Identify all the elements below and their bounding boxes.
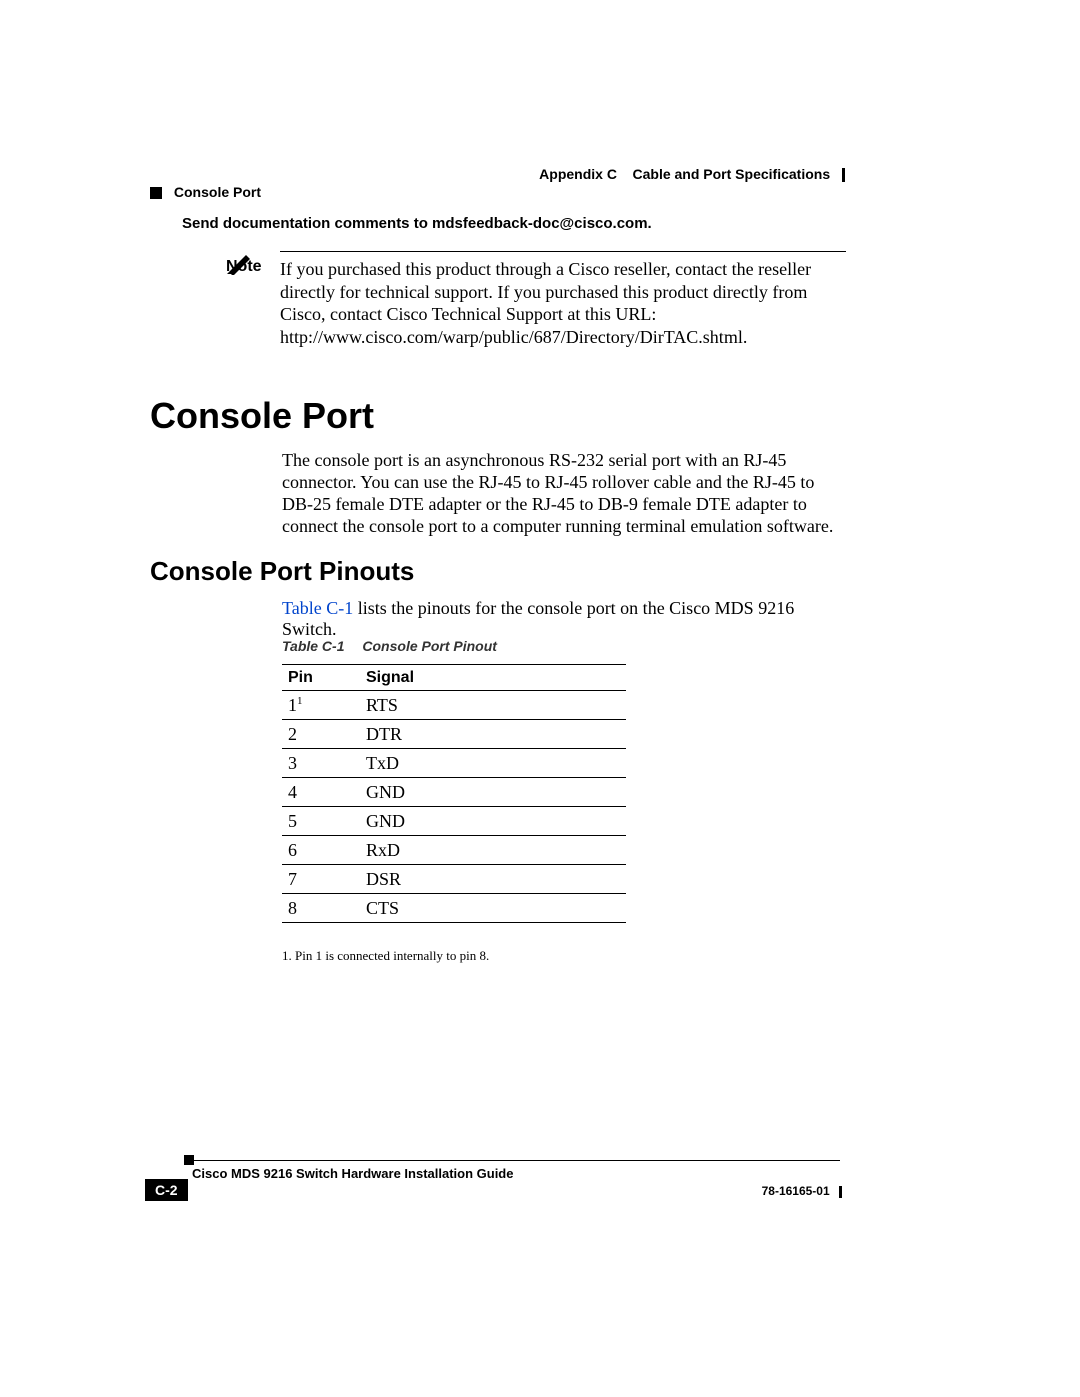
note-rule-top bbox=[280, 251, 846, 252]
footer-doc-number: 78-16165-01 bbox=[762, 1184, 842, 1198]
cell-pin: 3 bbox=[282, 749, 360, 778]
cell-signal: GND bbox=[360, 778, 626, 807]
table-title: Console Port Pinout bbox=[362, 638, 497, 654]
appendix-label: Appendix C bbox=[539, 166, 617, 182]
table-row: 5GND bbox=[282, 807, 626, 836]
table-row: 8CTS bbox=[282, 894, 626, 923]
heading-console-port-pinouts: Console Port Pinouts bbox=[150, 556, 414, 587]
cell-pin: 8 bbox=[282, 894, 360, 923]
table-row: 6RxD bbox=[282, 836, 626, 865]
footer-square-icon bbox=[184, 1155, 194, 1165]
table-row: 2DTR bbox=[282, 720, 626, 749]
note-block: Note If you purchased this product throu… bbox=[226, 251, 846, 348]
square-bullet-icon bbox=[150, 187, 162, 199]
th-pin: Pin bbox=[282, 665, 360, 691]
cell-pin: 2 bbox=[282, 720, 360, 749]
cell-signal: TxD bbox=[360, 749, 626, 778]
cell-pin: 11 bbox=[282, 691, 360, 720]
th-signal: Signal bbox=[360, 665, 626, 691]
paragraph-pinouts-intro: Table C-1 lists the pinouts for the cons… bbox=[282, 598, 842, 640]
cell-signal: RxD bbox=[360, 836, 626, 865]
note-text: If you purchased this product through a … bbox=[280, 258, 846, 348]
chapter-title: Cable and Port Specifications bbox=[633, 166, 831, 182]
cell-signal: DTR bbox=[360, 720, 626, 749]
table-header-row: Pin Signal bbox=[282, 665, 626, 691]
pinout-table: Pin Signal 11RTS2DTR3TxD4GND5GND6RxD7DSR… bbox=[282, 664, 626, 923]
cell-signal: CTS bbox=[360, 894, 626, 923]
running-header-right: Appendix C Cable and Port Specifications bbox=[539, 166, 845, 182]
cell-signal: DSR bbox=[360, 865, 626, 894]
table-caption: Table C-1 Console Port Pinout bbox=[282, 638, 497, 654]
paragraph-pinouts-rest: lists the pinouts for the console port o… bbox=[282, 598, 794, 639]
divider-bar-icon bbox=[839, 1186, 842, 1198]
table-crossref-link[interactable]: Table C-1 bbox=[282, 598, 353, 618]
running-header-left: Console Port bbox=[150, 184, 261, 200]
cell-pin: 6 bbox=[282, 836, 360, 865]
table-number: Table C-1 bbox=[282, 638, 345, 654]
cell-pin: 7 bbox=[282, 865, 360, 894]
table-row: 7DSR bbox=[282, 865, 626, 894]
heading-console-port: Console Port bbox=[150, 395, 374, 437]
cell-pin: 4 bbox=[282, 778, 360, 807]
footer-guide-title: Cisco MDS 9216 Switch Hardware Installat… bbox=[192, 1166, 513, 1181]
table-row: 11RTS bbox=[282, 691, 626, 720]
feedback-line: Send documentation comments to mdsfeedba… bbox=[182, 215, 652, 232]
footer-rule bbox=[192, 1160, 840, 1161]
page-number: C-2 bbox=[145, 1179, 188, 1201]
cell-pin: 5 bbox=[282, 807, 360, 836]
cell-signal: GND bbox=[360, 807, 626, 836]
document-page: Appendix C Cable and Port Specifications… bbox=[0, 0, 1080, 1397]
table-footnote: 1. Pin 1 is connected internally to pin … bbox=[282, 948, 489, 964]
table-row: 3TxD bbox=[282, 749, 626, 778]
table-row: 4GND bbox=[282, 778, 626, 807]
section-name: Console Port bbox=[174, 184, 261, 200]
note-pen-icon bbox=[226, 251, 256, 275]
divider-bar-icon bbox=[842, 168, 845, 182]
paragraph-console-port: The console port is an asynchronous RS-2… bbox=[282, 450, 842, 538]
cell-signal: RTS bbox=[360, 691, 626, 720]
